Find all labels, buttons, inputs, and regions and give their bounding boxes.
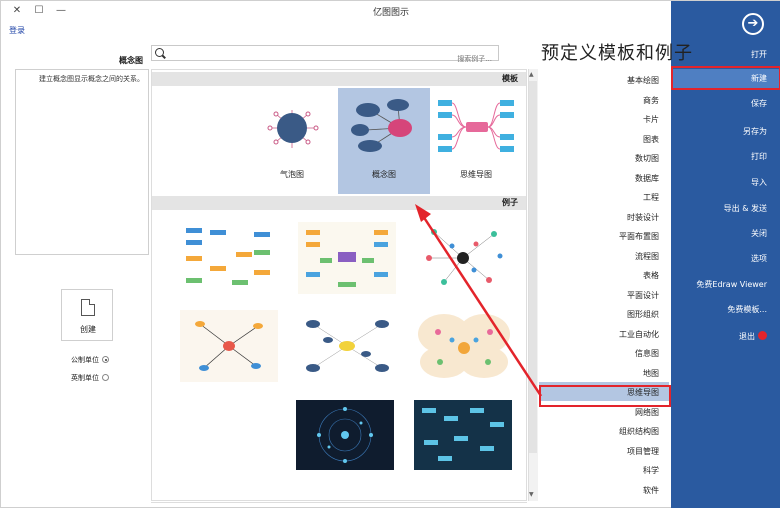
category-item[interactable]: 数据库	[635, 173, 659, 184]
category-item[interactable]: 软件	[643, 485, 659, 496]
template-description: 建立概念图显示概念之间的关系。	[15, 69, 149, 255]
category-item[interactable]: 网络图	[635, 407, 659, 418]
search-box[interactable]	[151, 45, 499, 66]
category-item[interactable]: 工程	[643, 192, 659, 203]
highlight-category-box	[539, 385, 671, 407]
close-icon[interactable]: ✕	[9, 4, 25, 18]
category-item[interactable]: 图形组织	[627, 309, 659, 320]
login-link[interactable]: 登录	[9, 25, 25, 36]
menu-item[interactable]: 另存为	[671, 122, 780, 142]
bubble-chart-thumbnail	[267, 110, 319, 148]
menu-item-label: 打印	[751, 152, 767, 161]
category-item[interactable]: 平面设计	[627, 290, 659, 301]
category-item[interactable]: 图表	[643, 134, 659, 145]
example-thumbnail-3[interactable]	[180, 222, 278, 294]
create-button[interactable]: 创建	[61, 289, 113, 341]
radio-imperial[interactable]	[102, 374, 109, 381]
category-list: 基本绘图商务卡片图表数切图数据库工程时装设计平面布置图流程图表格平面设计图形组织…	[539, 67, 669, 503]
menu-item[interactable]: 选项	[671, 249, 780, 269]
back-arrow-icon[interactable]: ➔	[742, 13, 764, 35]
menu-item-label: 打开	[751, 50, 767, 59]
page-title: 预定义模板和例子	[541, 43, 693, 64]
category-item[interactable]: 组织结构图	[619, 426, 659, 437]
menu-item-label: 免费模板...	[727, 305, 767, 314]
example-thumbnail-2[interactable]	[298, 222, 396, 294]
category-item[interactable]: 商务	[643, 95, 659, 106]
new-document-icon	[81, 299, 95, 316]
menu-item[interactable]: 免费Edraw Viewer	[671, 275, 780, 295]
template-label: 思维导图	[460, 170, 492, 179]
menu-item[interactable]: 免费模板...	[671, 300, 780, 320]
menu-item-label: 选项	[751, 254, 767, 263]
menu-item-label: 导出 & 发送	[723, 204, 767, 213]
unit-label: 英制单位	[71, 374, 99, 382]
menu-item-label: 另存为	[743, 127, 767, 136]
category-item[interactable]: 项目管理	[627, 446, 659, 457]
radio-metric[interactable]	[102, 356, 109, 363]
unit-option-imperial[interactable]: 英制单位	[71, 373, 109, 383]
mind-map-thumbnail	[438, 100, 514, 152]
template-label: 概念图	[372, 170, 396, 179]
example-thumbnail-6[interactable]	[180, 310, 278, 382]
menu-item-label: 退出	[739, 332, 755, 341]
example-thumbnail-5[interactable]	[298, 310, 396, 382]
category-item[interactable]: 时装设计	[627, 212, 659, 223]
red-arrow-annotation	[415, 204, 543, 397]
search-icon[interactable]	[155, 48, 164, 57]
category-item[interactable]: 卡片	[643, 114, 659, 125]
menu-item-label: 导入	[751, 178, 767, 187]
menu-item-label: 保存	[751, 99, 767, 108]
category-item[interactable]: 流程图	[635, 251, 659, 262]
minimize-icon[interactable]: —	[53, 4, 69, 18]
search-input[interactable]	[152, 52, 498, 66]
category-item[interactable]: 基本绘图	[627, 75, 659, 86]
scroll-up-icon[interactable]: ▲	[529, 71, 534, 78]
template-label: 气泡图	[280, 170, 304, 179]
window-title: 亿图图示	[372, 8, 409, 18]
concept-map-thumbnail	[351, 99, 412, 152]
menu-item-label: 关闭	[751, 229, 767, 238]
template-bubble-chart[interactable]: 气泡图	[246, 88, 338, 194]
category-item[interactable]: 科学	[643, 465, 659, 476]
category-item[interactable]: 表格	[643, 270, 659, 281]
selected-template-title: 概念图	[119, 56, 143, 65]
category-item[interactable]: 地图	[643, 368, 659, 379]
highlight-new-box	[671, 66, 780, 90]
exit-icon	[758, 331, 767, 340]
menu-item[interactable]: 关闭	[671, 224, 780, 244]
unit-option-metric[interactable]: 公制单位	[71, 355, 109, 365]
menu-item[interactable]: 保存	[671, 94, 780, 114]
example-thumbnail-8[interactable]	[296, 400, 394, 472]
gallery-bottom-border	[151, 502, 527, 503]
category-item[interactable]: 工业自动化	[619, 329, 659, 340]
maximize-icon[interactable]: ☐	[31, 4, 47, 18]
menu-item[interactable]: 导入	[671, 173, 780, 193]
menu-item[interactable]: 退出	[671, 327, 780, 347]
unit-label: 公制单位	[71, 356, 99, 364]
create-label: 创建	[80, 325, 96, 334]
menu-item[interactable]: 导出 & 发送	[671, 199, 780, 219]
category-item[interactable]: 平面布置图	[619, 231, 659, 242]
template-concept-map[interactable]: 概念图	[338, 88, 430, 194]
category-item[interactable]: 数切图	[635, 153, 659, 164]
menu-item[interactable]: 打印	[671, 147, 780, 167]
category-item[interactable]: 信息图	[635, 348, 659, 359]
menu-item-label: 免费Edraw Viewer	[696, 280, 767, 289]
new-document-window: 亿图图示 ✕ ☐ — 登录 ➔ 打开 新建 保存 另存为 打印 导入 导出 & 发送 关闭 选项…	[0, 0, 780, 508]
templates-section-header: 模板	[152, 72, 526, 86]
scroll-down-icon[interactable]: ▼	[529, 491, 534, 498]
example-thumbnail-7[interactable]	[414, 400, 512, 472]
template-mind-map[interactable]: 思维导图	[430, 88, 522, 194]
